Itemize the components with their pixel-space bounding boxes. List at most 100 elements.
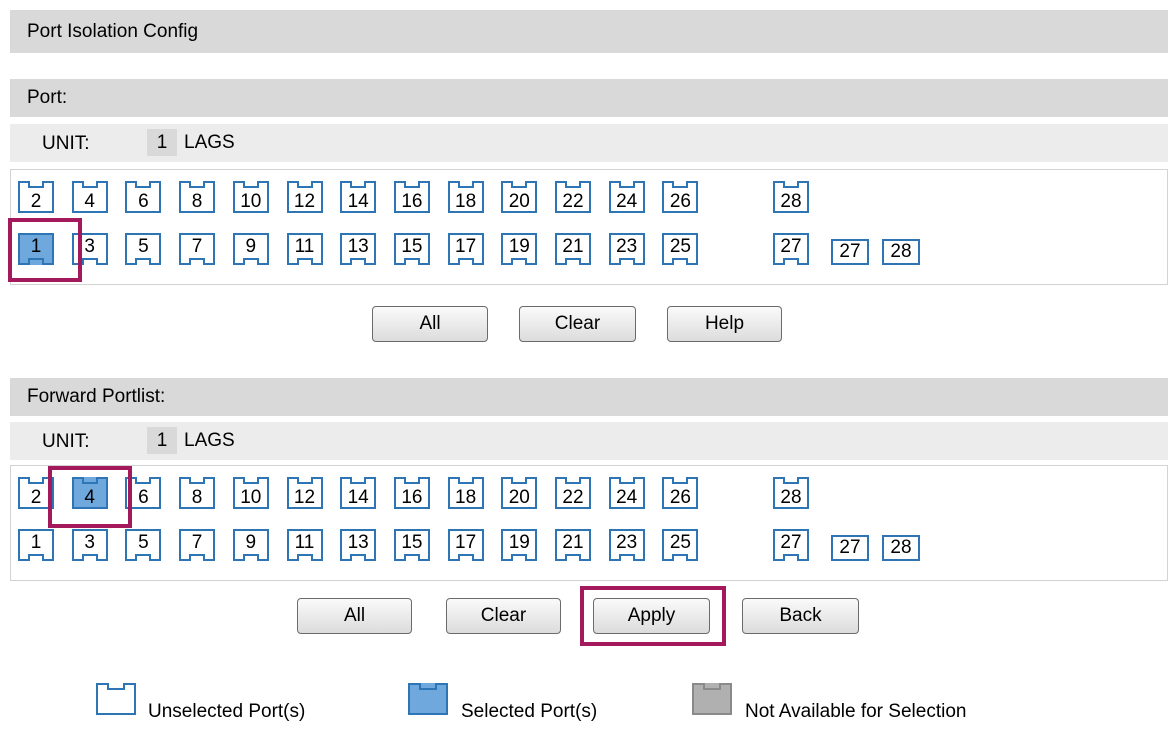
forward-all-button[interactable]: All: [297, 598, 412, 634]
port-13[interactable]: 13: [340, 529, 377, 561]
selected-port-icon: [408, 683, 448, 715]
lags-link[interactable]: LAGS: [184, 427, 235, 454]
lags-link[interactable]: LAGS: [184, 129, 235, 156]
back-button[interactable]: Back: [742, 598, 859, 634]
port-24[interactable]: 24: [608, 477, 645, 509]
port-notch: [242, 258, 259, 265]
port-22[interactable]: 22: [555, 181, 591, 213]
port-22[interactable]: 22: [555, 477, 591, 509]
port-19[interactable]: 19: [501, 233, 538, 265]
forward-section-label: Forward Portlist:: [27, 386, 166, 407]
port-28[interactable]: 28: [773, 477, 809, 509]
port-4[interactable]: 4: [71, 181, 108, 213]
forward-clear-button[interactable]: Clear: [446, 598, 561, 634]
port-number: 24: [616, 487, 638, 508]
port-unit-row: UNIT: 1 LAGS: [10, 124, 1168, 162]
port-notch: [457, 258, 474, 265]
port-number: 15: [401, 236, 423, 257]
port-8[interactable]: 8: [179, 477, 216, 509]
port-21[interactable]: 21: [555, 529, 591, 561]
port-11[interactable]: 11: [286, 529, 323, 561]
port-28[interactable]: 28: [773, 181, 809, 213]
port-8[interactable]: 8: [179, 181, 216, 213]
port-15[interactable]: 15: [393, 233, 430, 265]
port-clear-button[interactable]: Clear: [519, 306, 636, 342]
port-19[interactable]: 19: [501, 529, 538, 561]
unit-selector[interactable]: 1: [147, 427, 177, 454]
port-23[interactable]: 23: [608, 233, 645, 265]
port-number: 14: [347, 191, 369, 212]
port-26[interactable]: 26: [662, 181, 699, 213]
port-25[interactable]: 25: [662, 233, 699, 265]
port-27[interactable]: 27: [773, 529, 809, 561]
port-16[interactable]: 16: [393, 477, 430, 509]
port-20[interactable]: 20: [501, 181, 538, 213]
port-10[interactable]: 10: [232, 477, 269, 509]
port-notch: [350, 554, 367, 561]
port-9[interactable]: 9: [232, 529, 269, 561]
port-27[interactable]: 27: [773, 233, 809, 265]
port-number: 4: [84, 191, 95, 212]
port-number: 26: [669, 191, 691, 212]
port-notch: [403, 477, 420, 484]
port-number: 11: [294, 236, 315, 257]
port-3[interactable]: 3: [71, 529, 108, 561]
port-17[interactable]: 17: [447, 529, 484, 561]
port-notch: [28, 554, 44, 561]
port-number: 6: [138, 191, 149, 212]
lag-port-27[interactable]: 27: [831, 535, 869, 561]
port-14[interactable]: 14: [340, 181, 377, 213]
port-notch: [511, 181, 528, 188]
port-23[interactable]: 23: [608, 529, 645, 561]
port-notch: [135, 554, 152, 561]
port-notch: [783, 181, 799, 188]
port-notch: [403, 181, 420, 188]
port-14[interactable]: 14: [340, 477, 377, 509]
port-16[interactable]: 16: [393, 181, 430, 213]
port-all-button[interactable]: All: [372, 306, 488, 342]
port-17[interactable]: 17: [447, 233, 484, 265]
port-11[interactable]: 11: [286, 233, 323, 265]
port-7[interactable]: 7: [179, 529, 216, 561]
port-5[interactable]: 5: [125, 233, 162, 265]
port-6[interactable]: 6: [125, 181, 162, 213]
port-9[interactable]: 9: [232, 233, 269, 265]
port-notch: [783, 477, 799, 484]
unit-selector[interactable]: 1: [147, 129, 177, 156]
port-21[interactable]: 21: [555, 233, 591, 265]
lag-port-27[interactable]: 27: [831, 239, 869, 265]
highlight-port-1: [8, 218, 82, 282]
port-20[interactable]: 20: [501, 477, 538, 509]
port-5[interactable]: 5: [125, 529, 162, 561]
port-number: 7: [191, 236, 203, 257]
port-18[interactable]: 18: [447, 477, 484, 509]
port-help-button[interactable]: Help: [667, 306, 782, 342]
port-notch: [242, 181, 259, 188]
port-number: 11: [294, 532, 315, 553]
port-notch: [189, 181, 206, 188]
port-24[interactable]: 24: [608, 181, 645, 213]
port-25[interactable]: 25: [662, 529, 699, 561]
port-number: 23: [616, 532, 638, 553]
port-number: 13: [347, 532, 369, 553]
forward-section-header: Forward Portlist:: [10, 378, 1168, 416]
port-13[interactable]: 13: [340, 233, 377, 265]
port-10[interactable]: 10: [232, 181, 269, 213]
port-26[interactable]: 26: [662, 477, 699, 509]
port-notch: [565, 258, 581, 265]
port-number: 6: [138, 487, 149, 508]
port-number: 27: [780, 532, 802, 553]
port-15[interactable]: 15: [393, 529, 430, 561]
port-notch: [350, 181, 367, 188]
lag-port-28[interactable]: 28: [882, 239, 920, 265]
unit-label: UNIT:: [42, 431, 90, 452]
port-7[interactable]: 7: [179, 233, 216, 265]
lag-port-28[interactable]: 28: [882, 535, 920, 561]
port-12[interactable]: 12: [286, 181, 323, 213]
port-1[interactable]: 1: [18, 529, 54, 561]
port-2[interactable]: 2: [18, 181, 54, 213]
port-18[interactable]: 18: [447, 181, 484, 213]
port-number: 17: [455, 236, 477, 257]
port-notch: [565, 477, 581, 484]
port-12[interactable]: 12: [286, 477, 323, 509]
